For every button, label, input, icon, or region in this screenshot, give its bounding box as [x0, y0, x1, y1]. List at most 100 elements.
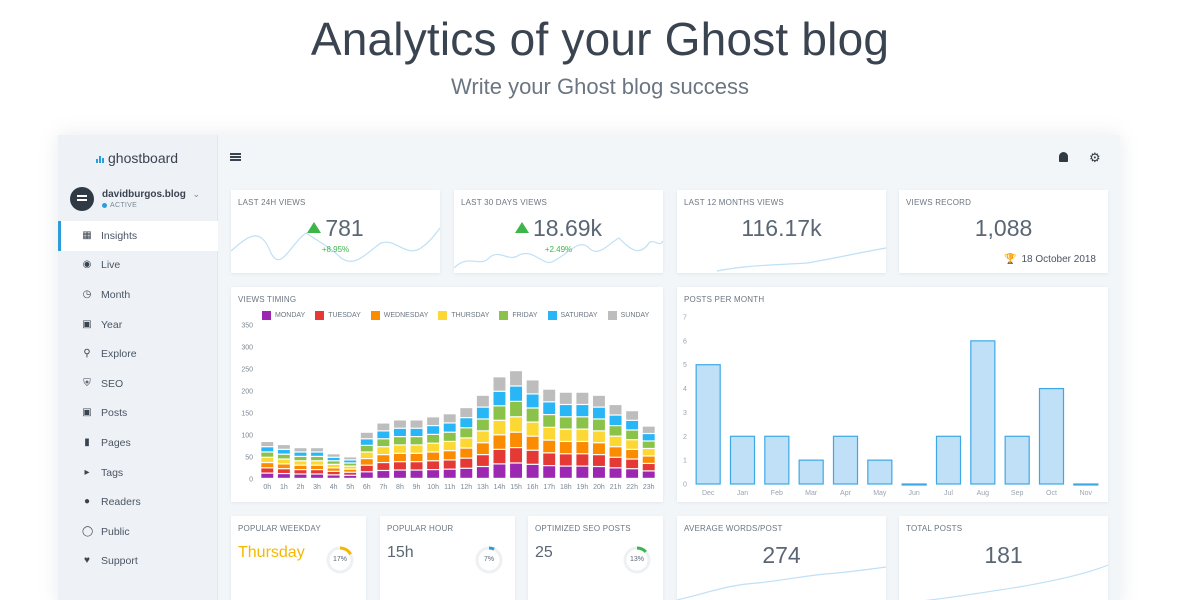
stat-value: 1,088 [974, 215, 1033, 241]
bar-segment [543, 402, 556, 414]
bar-segment [493, 377, 506, 391]
bar-segment [642, 456, 655, 463]
menu-icon[interactable] [230, 153, 241, 161]
y-tick-label: 1 [683, 458, 687, 465]
bar-segment [277, 469, 290, 473]
bar-segment [526, 464, 539, 478]
sidebar-item-readers[interactable]: ● Readers [58, 487, 218, 517]
bar-segment [344, 460, 357, 463]
bar-segment [360, 459, 373, 465]
sidebar-item-public[interactable]: ◯ Public [58, 517, 218, 547]
bar-segment [377, 471, 390, 478]
bar-segment [642, 426, 655, 433]
bar-segment [327, 454, 340, 457]
sidebar-item-tags[interactable]: ▸ Tags [58, 458, 218, 488]
bar-segment [294, 457, 307, 461]
bar-segment [261, 463, 274, 468]
x-tick-label: 6h [363, 484, 371, 491]
bar [1073, 483, 1099, 486]
sidebar-item-support[interactable]: ♥ Support [58, 547, 218, 577]
bar-segment [642, 464, 655, 471]
bar-segment [410, 420, 423, 428]
stat-value: 116.17k [741, 215, 822, 241]
bar-segment [360, 439, 373, 445]
x-tick-label: May [873, 490, 887, 497]
sidebar-item-insights[interactable]: ▦ Insights [58, 221, 218, 251]
site-switcher[interactable]: davidburgos.blog ACTIVE ⌄ [70, 187, 210, 215]
sidebar-item-label: Month [101, 288, 131, 301]
posts-per-month-card: POSTS PER MONTH 0 1 2 3 4 5 6 7 Dec Jan Feb Mar Apr M… [677, 287, 1108, 502]
x-tick-label: 22h [626, 484, 638, 491]
bar-segment [344, 457, 357, 460]
card-label: POPULAR HOUR [387, 524, 454, 533]
x-tick-label: 12h [460, 484, 472, 491]
y-tick-label: 6 [683, 338, 687, 345]
bar-segment [526, 436, 539, 450]
bar-segment [393, 470, 406, 478]
x-tick-label: 3h [313, 484, 321, 491]
sidebar-item-explore[interactable]: ⚲ Explore [58, 339, 218, 369]
bar [729, 435, 756, 485]
gear-icon[interactable]: ⚙ [1089, 151, 1101, 164]
sidebar-item-posts[interactable]: ▣ Posts [58, 399, 218, 429]
bar-segment [559, 466, 572, 478]
sidebar-nav: ▦ Insights ◉ Live ◷ Month ▣ Year ⚲ Explore ⛨ SEO ▣ Po… [58, 221, 218, 576]
tag-icon: ▸ [84, 466, 90, 478]
donut-percent: 13% [629, 556, 644, 563]
bar-segment [576, 429, 589, 441]
bar-segment [393, 462, 406, 470]
sidebar-item-live[interactable]: ◉ Live [58, 251, 218, 281]
sidebar-item-month[interactable]: ◷ Month [58, 280, 218, 310]
total-posts-card: TOTAL POSTS 181 [899, 516, 1108, 600]
bar-segment [476, 395, 489, 407]
bar-segment [393, 453, 406, 462]
live-icon: ◉ [82, 259, 92, 271]
sidebar-item-seo[interactable]: ⛨ SEO [58, 369, 218, 399]
x-tick-label: Jan [737, 490, 748, 497]
clock-icon: ◷ [82, 288, 92, 300]
x-tick-label: 7h [379, 484, 387, 491]
bar-segment [344, 472, 357, 475]
bar-segment [443, 442, 456, 451]
bar-segment [360, 472, 373, 478]
sidebar-item-label: Posts [101, 407, 128, 420]
bar-segment [344, 466, 357, 469]
sidebar-item-year[interactable]: ▣ Year [58, 310, 218, 340]
bar-segment [460, 418, 473, 428]
bar-segment [393, 428, 406, 436]
x-tick-label: 14h [494, 484, 506, 491]
donut-percent: 17% [332, 556, 347, 563]
bar [798, 459, 824, 485]
popular-weekday-card: POPULAR WEEKDAY Thursday 17% [231, 516, 366, 600]
sidebar-item-pages[interactable]: ▮ Pages [58, 428, 218, 458]
bar-segment [592, 431, 605, 443]
bar-segment [543, 466, 556, 478]
bar-segment [443, 414, 456, 423]
bar-segment [626, 469, 639, 478]
x-tick-label: Jul [944, 490, 953, 497]
y-tick-label: 0 [683, 482, 687, 489]
stat-value: 781 [231, 215, 440, 242]
x-tick-label: 5h [346, 484, 354, 491]
bar-segment [410, 445, 423, 453]
bar-segment [626, 440, 639, 449]
x-tick-label: Nov [1080, 490, 1093, 497]
bar-segment [476, 431, 489, 443]
bar-segment [493, 449, 506, 464]
bar-segment [311, 452, 324, 456]
bar-segment [576, 417, 589, 429]
bar-segment [294, 448, 307, 452]
bar-segment [311, 470, 324, 474]
x-tick-label: 11h [444, 484, 455, 491]
bar-segment [277, 449, 290, 454]
seo-posts-card: OPTIMIZED SEO POSTS 25 13% [528, 516, 663, 600]
x-tick-label: 20h [593, 484, 605, 491]
bar-segment [410, 470, 423, 478]
bar-segment [443, 460, 456, 469]
bell-icon[interactable] [1059, 152, 1068, 162]
donut-percent: 7% [483, 556, 495, 563]
stat-card-24h: LAST 24H VIEWS 781 +8.95% [231, 190, 440, 273]
brand-logo[interactable]: ghostboard [96, 150, 178, 166]
bar [935, 435, 962, 485]
x-tick-label: 8h [396, 484, 404, 491]
